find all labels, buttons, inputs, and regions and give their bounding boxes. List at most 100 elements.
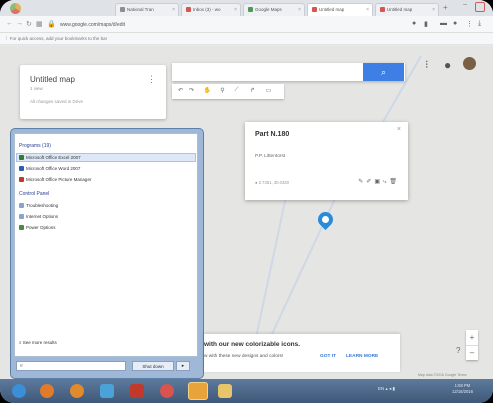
map-view-count: 1 view	[30, 86, 43, 91]
reload-icon[interactable]: ↻	[26, 20, 32, 28]
troubleshooting-icon	[19, 203, 24, 208]
lock-icon: 🔒	[47, 21, 56, 28]
zoom-out-button[interactable]: –	[466, 345, 478, 360]
shutdown-button[interactable]: Shut down	[132, 361, 174, 371]
avatar[interactable]	[463, 57, 476, 70]
marker-description: P.P. Littentorst	[255, 154, 286, 159]
tab-inbox[interactable]: Inbox (3) - wo ×	[181, 3, 241, 16]
marker-actions: ✎✐▣⤷🗑	[358, 178, 400, 186]
chrome-active-icon[interactable]	[188, 382, 208, 400]
result-picture-manager[interactable]: Microsoft Office Picture Manager	[19, 177, 91, 182]
taskbar-clock[interactable]: 1:58 PM 12/16/2016	[452, 383, 473, 395]
cast-icon[interactable]: ▬	[440, 20, 447, 27]
tab-close-icon[interactable]: ×	[172, 7, 175, 13]
new-tab-button[interactable]: +	[443, 3, 448, 12]
apps-grid-icon[interactable]: ▦	[36, 20, 43, 28]
draw-line-icon[interactable]: ⟋	[232, 87, 241, 96]
maps-icon	[248, 7, 253, 12]
result-power-options[interactable]: Power Options	[19, 225, 56, 230]
tab-close-icon[interactable]: ×	[432, 7, 435, 13]
extension-icon[interactable]: ●	[412, 20, 416, 27]
map-attribution: Map data ©2016 Google Terms	[418, 373, 467, 377]
redo-icon[interactable]: ↷	[187, 87, 196, 96]
picture-manager-icon	[19, 177, 24, 182]
map-toolbar: ↶ ↷ ✋ ⚲ ⟋ ↱ ▭	[172, 84, 284, 99]
apps-grid-icon[interactable]: ⁝	[425, 58, 429, 71]
result-excel[interactable]: Microsoft Office Excel 2007	[19, 155, 81, 160]
promo-banner: with our new colorizable icons. w with t…	[204, 334, 400, 372]
map-title[interactable]: Untitled map	[30, 75, 75, 84]
map-marker-dot	[322, 216, 329, 223]
chrome-icon[interactable]	[160, 384, 174, 398]
add-marker-icon[interactable]: ⚲	[218, 87, 227, 96]
zoom-control: + –	[466, 330, 478, 360]
marker-info-window: Part N.180 P.P. Littentorst ● 2.7351, 30…	[245, 122, 408, 200]
pegman-icon[interactable]: ?	[456, 346, 460, 355]
media-player-icon[interactable]	[70, 384, 84, 398]
promo-subtitle: w with these new designs and colors!	[204, 354, 284, 359]
paint-icon[interactable]	[100, 384, 114, 398]
shutdown-options-button[interactable]: ▸	[176, 361, 190, 371]
zoom-in-button[interactable]: +	[466, 330, 478, 345]
firefox-icon[interactable]	[40, 384, 54, 398]
tab-untitled-map-2[interactable]: Untitled map ×	[375, 3, 439, 16]
tab-close-icon[interactable]: ×	[298, 7, 301, 13]
acrobat-icon[interactable]	[130, 384, 144, 398]
system-tray[interactable]: EN ▴ ◂ ▮	[378, 386, 395, 392]
promo-title: with our new colorizable icons.	[204, 341, 301, 348]
notifications-icon[interactable]: ●	[444, 58, 451, 72]
result-troubleshooting[interactable]: Troubleshooting	[19, 203, 58, 208]
tab-untitled-map[interactable]: Untitled map ×	[307, 3, 373, 16]
extension-2-icon[interactable]: ▮	[424, 20, 428, 28]
marker-title: Part N.180	[255, 131, 290, 138]
see-more-results-link[interactable]: ⌕ See more results	[19, 340, 57, 345]
url-input[interactable]: www.google.com/maps/d/edit	[56, 19, 411, 30]
tab-national-tran[interactable]: National Tran ×	[115, 3, 179, 16]
apps-icon[interactable]: ⁞	[6, 36, 7, 41]
programs-header: Programs (19)	[19, 143, 51, 149]
undo-icon[interactable]: ↶	[176, 87, 185, 96]
profile-icon[interactable]: ●	[453, 20, 457, 27]
internet-options-icon	[19, 214, 24, 219]
photo-icon[interactable]: ▣	[374, 179, 383, 185]
search-icon: ⌕	[19, 340, 22, 345]
download-icon[interactable]: ⤓	[478, 20, 481, 28]
menu-dots-icon[interactable]: ⋮	[466, 20, 473, 28]
map-title-panel: Untitled map 1 view All changes saved in…	[20, 65, 166, 119]
close-icon[interactable]: ×	[397, 126, 401, 133]
control-panel-header: Control Panel	[19, 191, 50, 197]
learn-more-button[interactable]: LEARN MORE	[346, 354, 378, 359]
got-it-button[interactable]: GOT IT	[320, 354, 336, 359]
minimize-button[interactable]: –	[463, 1, 471, 8]
more-options-icon[interactable]: ⋮	[147, 74, 156, 85]
result-word[interactable]: Microsoft Office Word 2007	[19, 166, 80, 171]
tab-favicon	[120, 7, 125, 12]
power-options-icon	[19, 225, 24, 230]
explorer-icon[interactable]	[218, 384, 232, 398]
search-icon: ⌕	[380, 67, 387, 77]
word-icon	[19, 166, 24, 171]
back-icon[interactable]: ←	[6, 20, 13, 27]
mymaps-icon	[312, 7, 317, 12]
gmail-icon	[186, 7, 191, 12]
start-orb-icon[interactable]	[12, 384, 26, 398]
hand-icon[interactable]: ✋	[203, 87, 212, 96]
directions-icon[interactable]: ↱	[248, 87, 257, 96]
marker-coordinates: ● 2.7351, 30.0330	[255, 180, 289, 185]
forward-icon[interactable]: →	[16, 20, 23, 27]
search-button[interactable]: ⌕	[363, 63, 404, 81]
tab-close-icon[interactable]: ×	[234, 7, 237, 13]
bookmarks-hint: For quick access, add your bookmarks to …	[9, 36, 108, 41]
delete-icon[interactable]: 🗑	[389, 179, 400, 185]
excel-icon	[19, 155, 24, 160]
mymaps-icon	[380, 7, 385, 12]
close-window-button[interactable]	[475, 2, 485, 12]
bookmarks-bar: ⁞ For quick access, add your bookmarks t…	[0, 33, 493, 45]
tab-close-icon[interactable]: ×	[366, 7, 369, 13]
chrome-logo-icon	[10, 3, 21, 14]
tab-google-maps[interactable]: Google Maps ×	[243, 3, 305, 16]
start-search-input[interactable]: e	[16, 361, 126, 371]
screenshot-photo: National Tran × Inbox (3) - wo × Google Ma…	[0, 0, 493, 403]
result-internet-options[interactable]: Internet Options	[19, 214, 58, 219]
ruler-icon[interactable]: ▭	[264, 87, 273, 96]
